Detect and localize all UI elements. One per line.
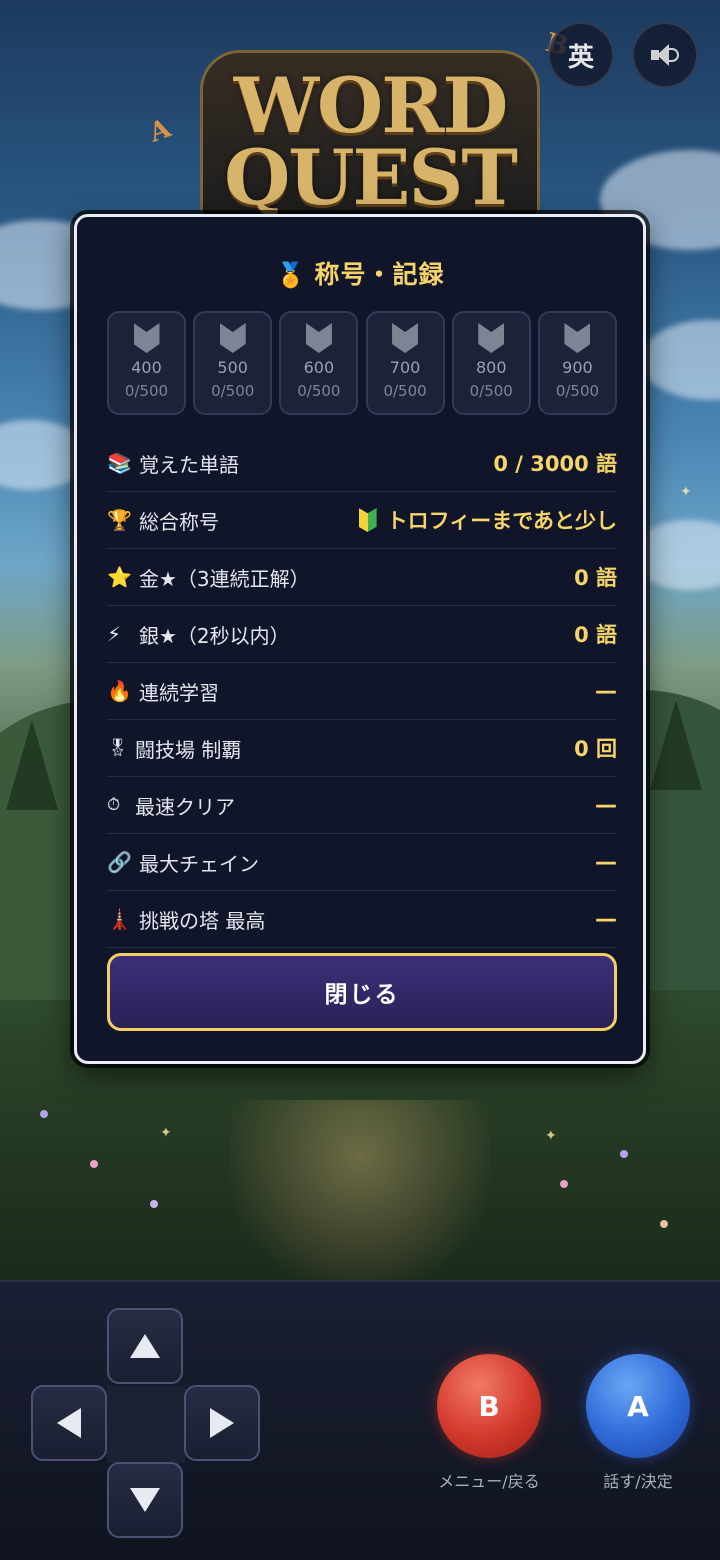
stat-value: トロフィーまであと少し: [386, 509, 617, 533]
shield-icon: [305, 323, 332, 353]
badge-level: 700: [389, 358, 421, 377]
stat-value: 0 語: [574, 623, 617, 647]
military-medal-icon: 🎖: [107, 738, 129, 758]
stopwatch-icon: ⏱: [107, 795, 121, 815]
beginner-mark-icon: [358, 508, 377, 532]
a-button-caption: 話す/決定: [603, 1472, 673, 1491]
trophy-icon: 🏆: [107, 508, 132, 532]
logo-word-text: WORD: [233, 61, 509, 150]
shield-icon: [219, 323, 246, 353]
arrow-left-icon: [57, 1408, 81, 1438]
stat-value: 0 語: [574, 566, 617, 590]
dialog-title: 🏅 称号・記録: [77, 255, 643, 291]
language-toggle-button[interactable]: 英: [548, 22, 614, 88]
level-badge: 700 0/500: [365, 311, 445, 415]
arrow-up-icon: [130, 1334, 160, 1358]
speaker-icon: [651, 43, 679, 67]
level-badges: 400 0/500 500 0/500 600 0/500 700 0/500 …: [107, 311, 617, 417]
stat-value: —: [595, 906, 617, 932]
game-logo: WORD QUEST A B: [145, 28, 572, 222]
stat-row-max-chain: 🔗 最大チェイン —: [107, 834, 617, 891]
medal-icon: 🏅: [275, 261, 307, 289]
stat-row-arena: 🎖 闘技場 制覇 0 回: [107, 720, 617, 777]
a-button[interactable]: A: [586, 1354, 690, 1458]
b-button-label: B: [478, 1389, 500, 1423]
close-button-label: 閉じる: [324, 982, 400, 1008]
virtual-controller: B メニュー/戻る A 話す/決定: [0, 1280, 720, 1560]
stat-value: 0 回: [574, 737, 617, 761]
stat-row-fastest-clear: ⏱ 最速クリア —: [107, 777, 617, 834]
badge-progress: 0/500: [555, 382, 600, 400]
badge-progress: 0/500: [211, 382, 255, 400]
level-badge: 500 0/500: [193, 311, 273, 415]
titles-records-dialog: 🏅 称号・記録 400 0/500 500 0/500 600 0/500 700…: [74, 214, 646, 1064]
badge-level: 500: [217, 358, 248, 377]
lightning-icon: ⚡: [107, 622, 122, 646]
stat-label: 金★（3連続正解）: [139, 566, 310, 591]
stat-label: 総合称号: [139, 509, 219, 534]
dpad-right-button[interactable]: [184, 1385, 260, 1461]
dpad-up-button[interactable]: [107, 1308, 183, 1384]
books-icon: 📚: [107, 451, 132, 475]
close-button[interactable]: 閉じる: [107, 953, 617, 1031]
badge-progress: 0/500: [469, 382, 513, 400]
level-badge: 900 0/500: [537, 311, 617, 415]
badge-progress: 0/500: [383, 382, 427, 400]
a-button-label: A: [627, 1389, 649, 1423]
stats-list: 📚 覚えた単語 0 / 3000 語 🏆 総合称号 トロフィーまであと少し ⭐ …: [107, 435, 617, 948]
level-badge: 400 0/500: [107, 311, 186, 415]
stat-row-learned-words: 📚 覚えた単語 0 / 3000 語: [107, 435, 617, 492]
stat-row-silver-star: ⚡ 銀★（2秒以内） 0 語: [107, 606, 617, 663]
stat-row-overall-title: 🏆 総合称号 トロフィーまであと少し: [107, 492, 617, 549]
stat-row-streak: 🔥 連続学習 —: [107, 663, 617, 720]
stat-row-gold-star: ⭐ 金★（3連続正解） 0 語: [107, 549, 617, 606]
stat-row-tower-best: 🗼 挑戦の塔 最高 —: [107, 891, 617, 948]
level-badge: 800 0/500: [451, 311, 531, 415]
language-toggle-label: 英: [567, 42, 594, 73]
stat-label: 連続学習: [139, 680, 219, 705]
fire-icon: 🔥: [107, 679, 132, 703]
shield-icon: [478, 323, 505, 353]
stat-value: 0 / 3000 語: [493, 452, 617, 476]
star-icon: ⭐: [107, 565, 132, 589]
badge-level: 400: [131, 358, 162, 377]
shield-icon: [392, 323, 419, 353]
b-button[interactable]: B: [437, 1354, 541, 1458]
dpad-left-button[interactable]: [31, 1385, 107, 1461]
tower-icon: 🗼: [107, 907, 132, 931]
badge-progress: 0/500: [124, 382, 169, 400]
stat-value: —: [595, 792, 617, 818]
logo-deco-a: A: [145, 113, 175, 149]
shield-icon: [564, 323, 591, 353]
sound-toggle-button[interactable]: [632, 22, 698, 88]
badge-progress: 0/500: [297, 382, 341, 400]
stat-value: —: [595, 849, 617, 875]
level-badge: 600 0/500: [279, 311, 359, 415]
stat-label: 挑戦の塔 最高: [139, 908, 266, 933]
stat-label: 闘技場 制覇: [135, 737, 242, 762]
stat-label: 銀★（2秒以内）: [139, 623, 290, 648]
stat-value: —: [595, 678, 617, 704]
dpad-down-button[interactable]: [107, 1462, 183, 1538]
link-icon: 🔗: [107, 850, 132, 874]
logo-quest-text: QUEST: [224, 133, 518, 222]
stat-label: 最速クリア: [135, 794, 235, 819]
badge-level: 900: [562, 358, 593, 377]
badge-level: 600: [303, 358, 335, 377]
shield-icon: [133, 323, 160, 353]
dialog-title-text: 称号・記録: [314, 260, 445, 289]
arrow-down-icon: [130, 1488, 160, 1512]
stat-label: 最大チェイン: [139, 851, 259, 876]
badge-level: 800: [475, 358, 507, 377]
stat-label: 覚えた単語: [139, 452, 239, 477]
b-button-caption: メニュー/戻る: [438, 1472, 540, 1491]
dpad-center: [107, 1385, 185, 1463]
arrow-right-icon: [210, 1408, 234, 1438]
